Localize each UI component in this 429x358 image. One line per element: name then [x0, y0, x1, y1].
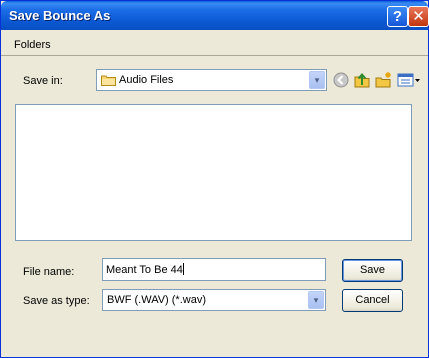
folder-icon: [101, 75, 116, 86]
cancel-button[interactable]: Cancel: [342, 289, 403, 312]
text-cursor: [182, 263, 184, 275]
file-list[interactable]: [15, 104, 412, 241]
save-bounce-dialog: Save Bounce As ? ✕ Folders Save in: Audi…: [0, 0, 429, 358]
help-button[interactable]: ?: [387, 6, 408, 27]
save-as-type-label: Save as type:: [23, 295, 90, 307]
save-button[interactable]: Save: [342, 259, 403, 282]
window-title: Save Bounce As: [9, 8, 111, 23]
file-name-value: Meant To Be 44: [106, 264, 183, 276]
save-in-dropdown[interactable]: Audio Files ▾: [96, 69, 327, 91]
save-as-type-value: BWF (.WAV) (*.wav): [107, 294, 206, 306]
up-folder-icon[interactable]: [353, 71, 371, 89]
chevron-down-icon[interactable]: ▾: [308, 291, 324, 309]
folders-menu[interactable]: Folders: [14, 39, 51, 51]
chevron-down-icon[interactable]: ▾: [309, 71, 325, 89]
divider: [1, 55, 428, 56]
save-in-value: Audio Files: [119, 74, 174, 86]
title-bar[interactable]: Save Bounce As ? ✕: [1, 1, 429, 30]
back-icon[interactable]: [332, 71, 350, 89]
views-menu-icon[interactable]: [397, 71, 421, 89]
new-folder-icon[interactable]: [375, 71, 393, 89]
folders-bar: Folders: [1, 30, 428, 56]
file-name-input[interactable]: Meant To Be 44: [102, 258, 326, 281]
close-button[interactable]: ✕: [408, 6, 429, 27]
save-as-type-dropdown[interactable]: BWF (.WAV) (*.wav) ▾: [102, 289, 326, 311]
file-name-label: File name:: [23, 266, 75, 278]
save-in-label: Save in:: [23, 75, 63, 87]
